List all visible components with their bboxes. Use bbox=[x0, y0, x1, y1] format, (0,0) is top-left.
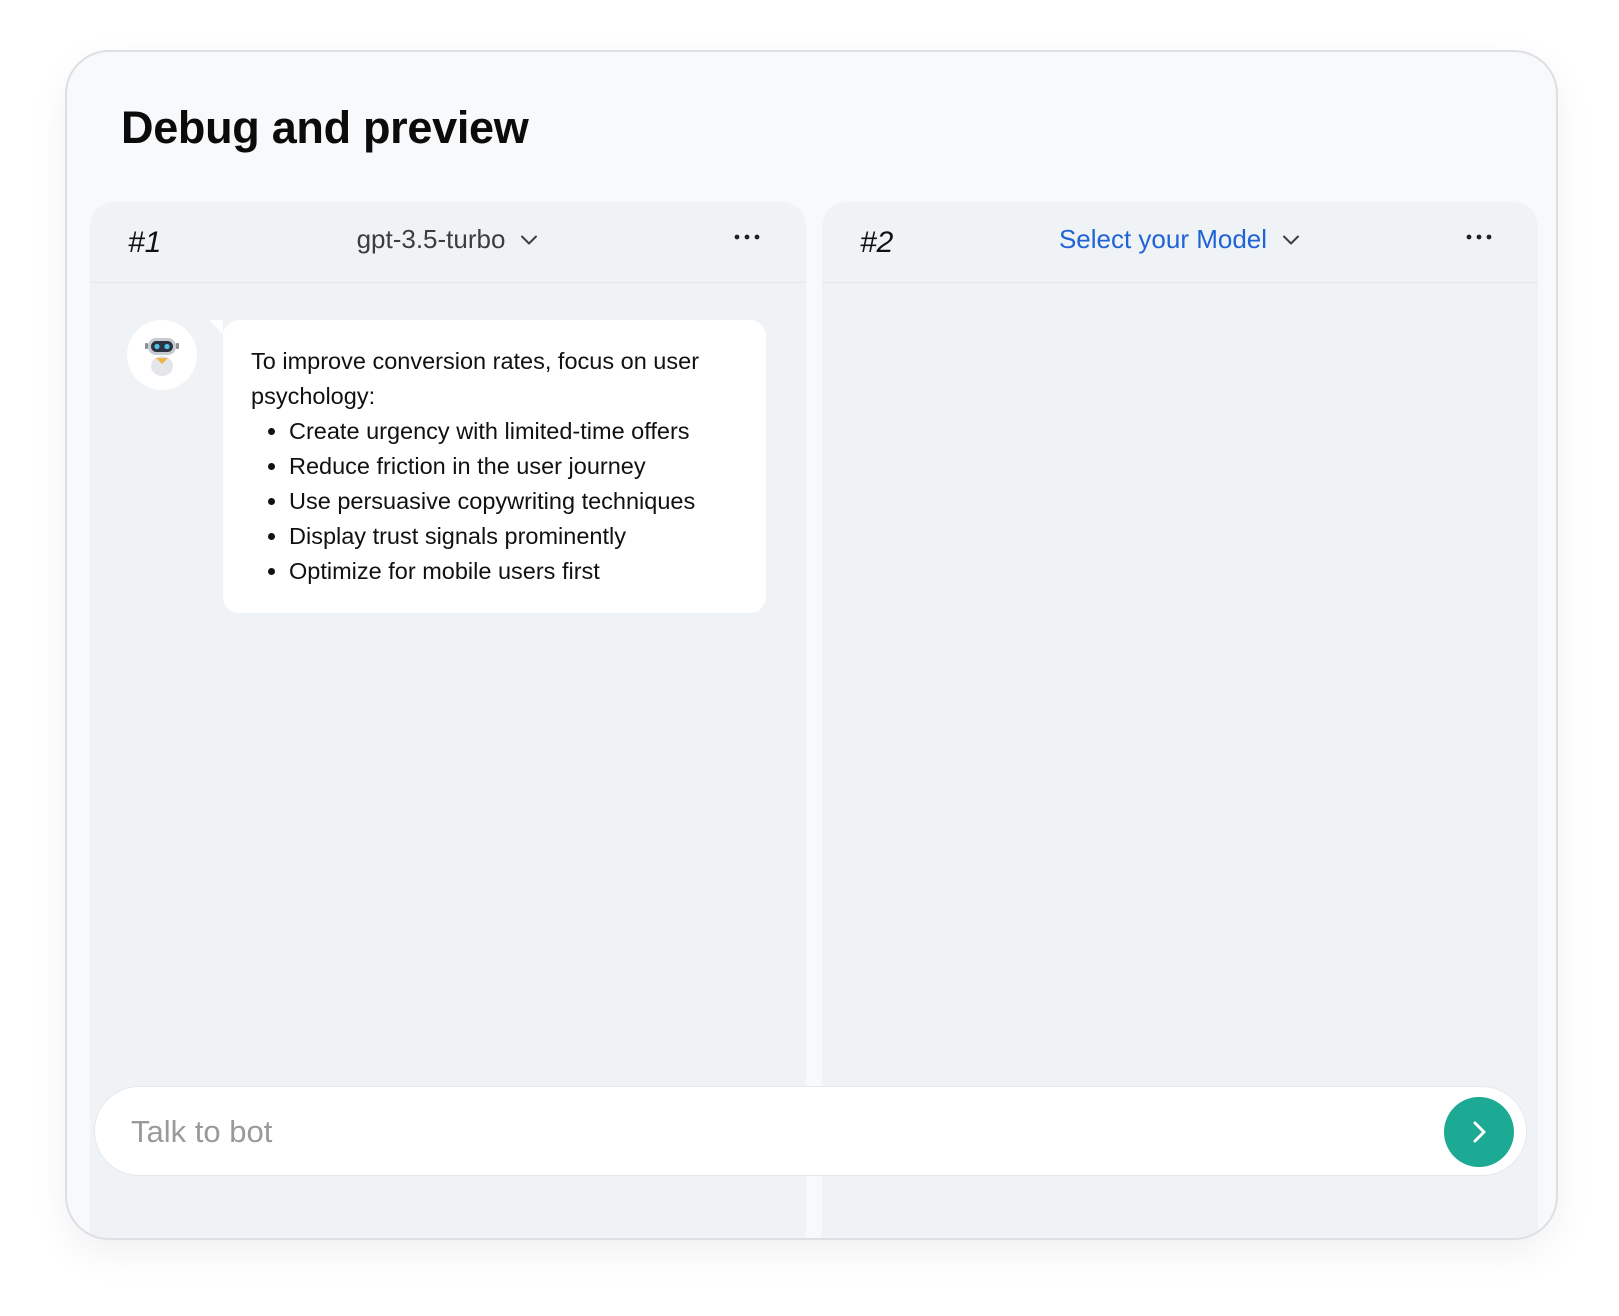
model-select-label: gpt-3.5-turbo bbox=[356, 224, 506, 254]
robot-icon bbox=[145, 338, 179, 376]
chevron-right-icon bbox=[1473, 1121, 1486, 1143]
list-item: Display trust signals prominently bbox=[289, 519, 738, 554]
more-horizontal-icon bbox=[734, 234, 760, 240]
model-select-label: Select your Model bbox=[1058, 224, 1268, 254]
bot-message-bubble: To improve conversion rates, focus on us… bbox=[209, 320, 766, 613]
chat-input-bar bbox=[94, 1086, 1527, 1176]
chat-input[interactable] bbox=[129, 1101, 1393, 1163]
panel-index: #2 bbox=[860, 226, 894, 259]
chat-panel-2: #2 Select your Model bbox=[822, 202, 1538, 1238]
chevron-down-icon bbox=[1283, 235, 1300, 244]
chevron-down-icon bbox=[521, 235, 538, 244]
panel-header: #1 gpt-3.5-turbo bbox=[90, 202, 806, 283]
list-item: Create urgency with limited-time offers bbox=[289, 414, 738, 449]
list-item: Use persuasive copywriting techniques bbox=[289, 484, 738, 519]
message-bullet-list: Create urgency with limited-time offers … bbox=[251, 414, 738, 589]
list-item: Optimize for mobile users first bbox=[289, 554, 738, 589]
model-select-dropdown[interactable]: Select your Model bbox=[1059, 224, 1301, 255]
more-options-button[interactable] bbox=[732, 222, 762, 252]
send-button[interactable] bbox=[1444, 1097, 1514, 1167]
chat-panel-1: #1 gpt-3.5-turbo To improve conversion r… bbox=[90, 202, 806, 1238]
more-options-button[interactable] bbox=[1464, 222, 1494, 252]
list-item: Reduce friction in the user journey bbox=[289, 449, 738, 484]
panel-header: #2 Select your Model bbox=[822, 202, 1538, 283]
model-select-dropdown[interactable]: gpt-3.5-turbo bbox=[357, 224, 540, 255]
message-intro: To improve conversion rates, focus on us… bbox=[251, 348, 700, 409]
panel-index: #1 bbox=[128, 226, 162, 259]
bot-avatar bbox=[127, 320, 197, 390]
page-title: Debug and preview bbox=[121, 102, 529, 153]
debug-preview-card: Debug and preview #1 gpt-3.5-turbo To im… bbox=[65, 50, 1558, 1240]
more-horizontal-icon bbox=[1466, 234, 1492, 240]
